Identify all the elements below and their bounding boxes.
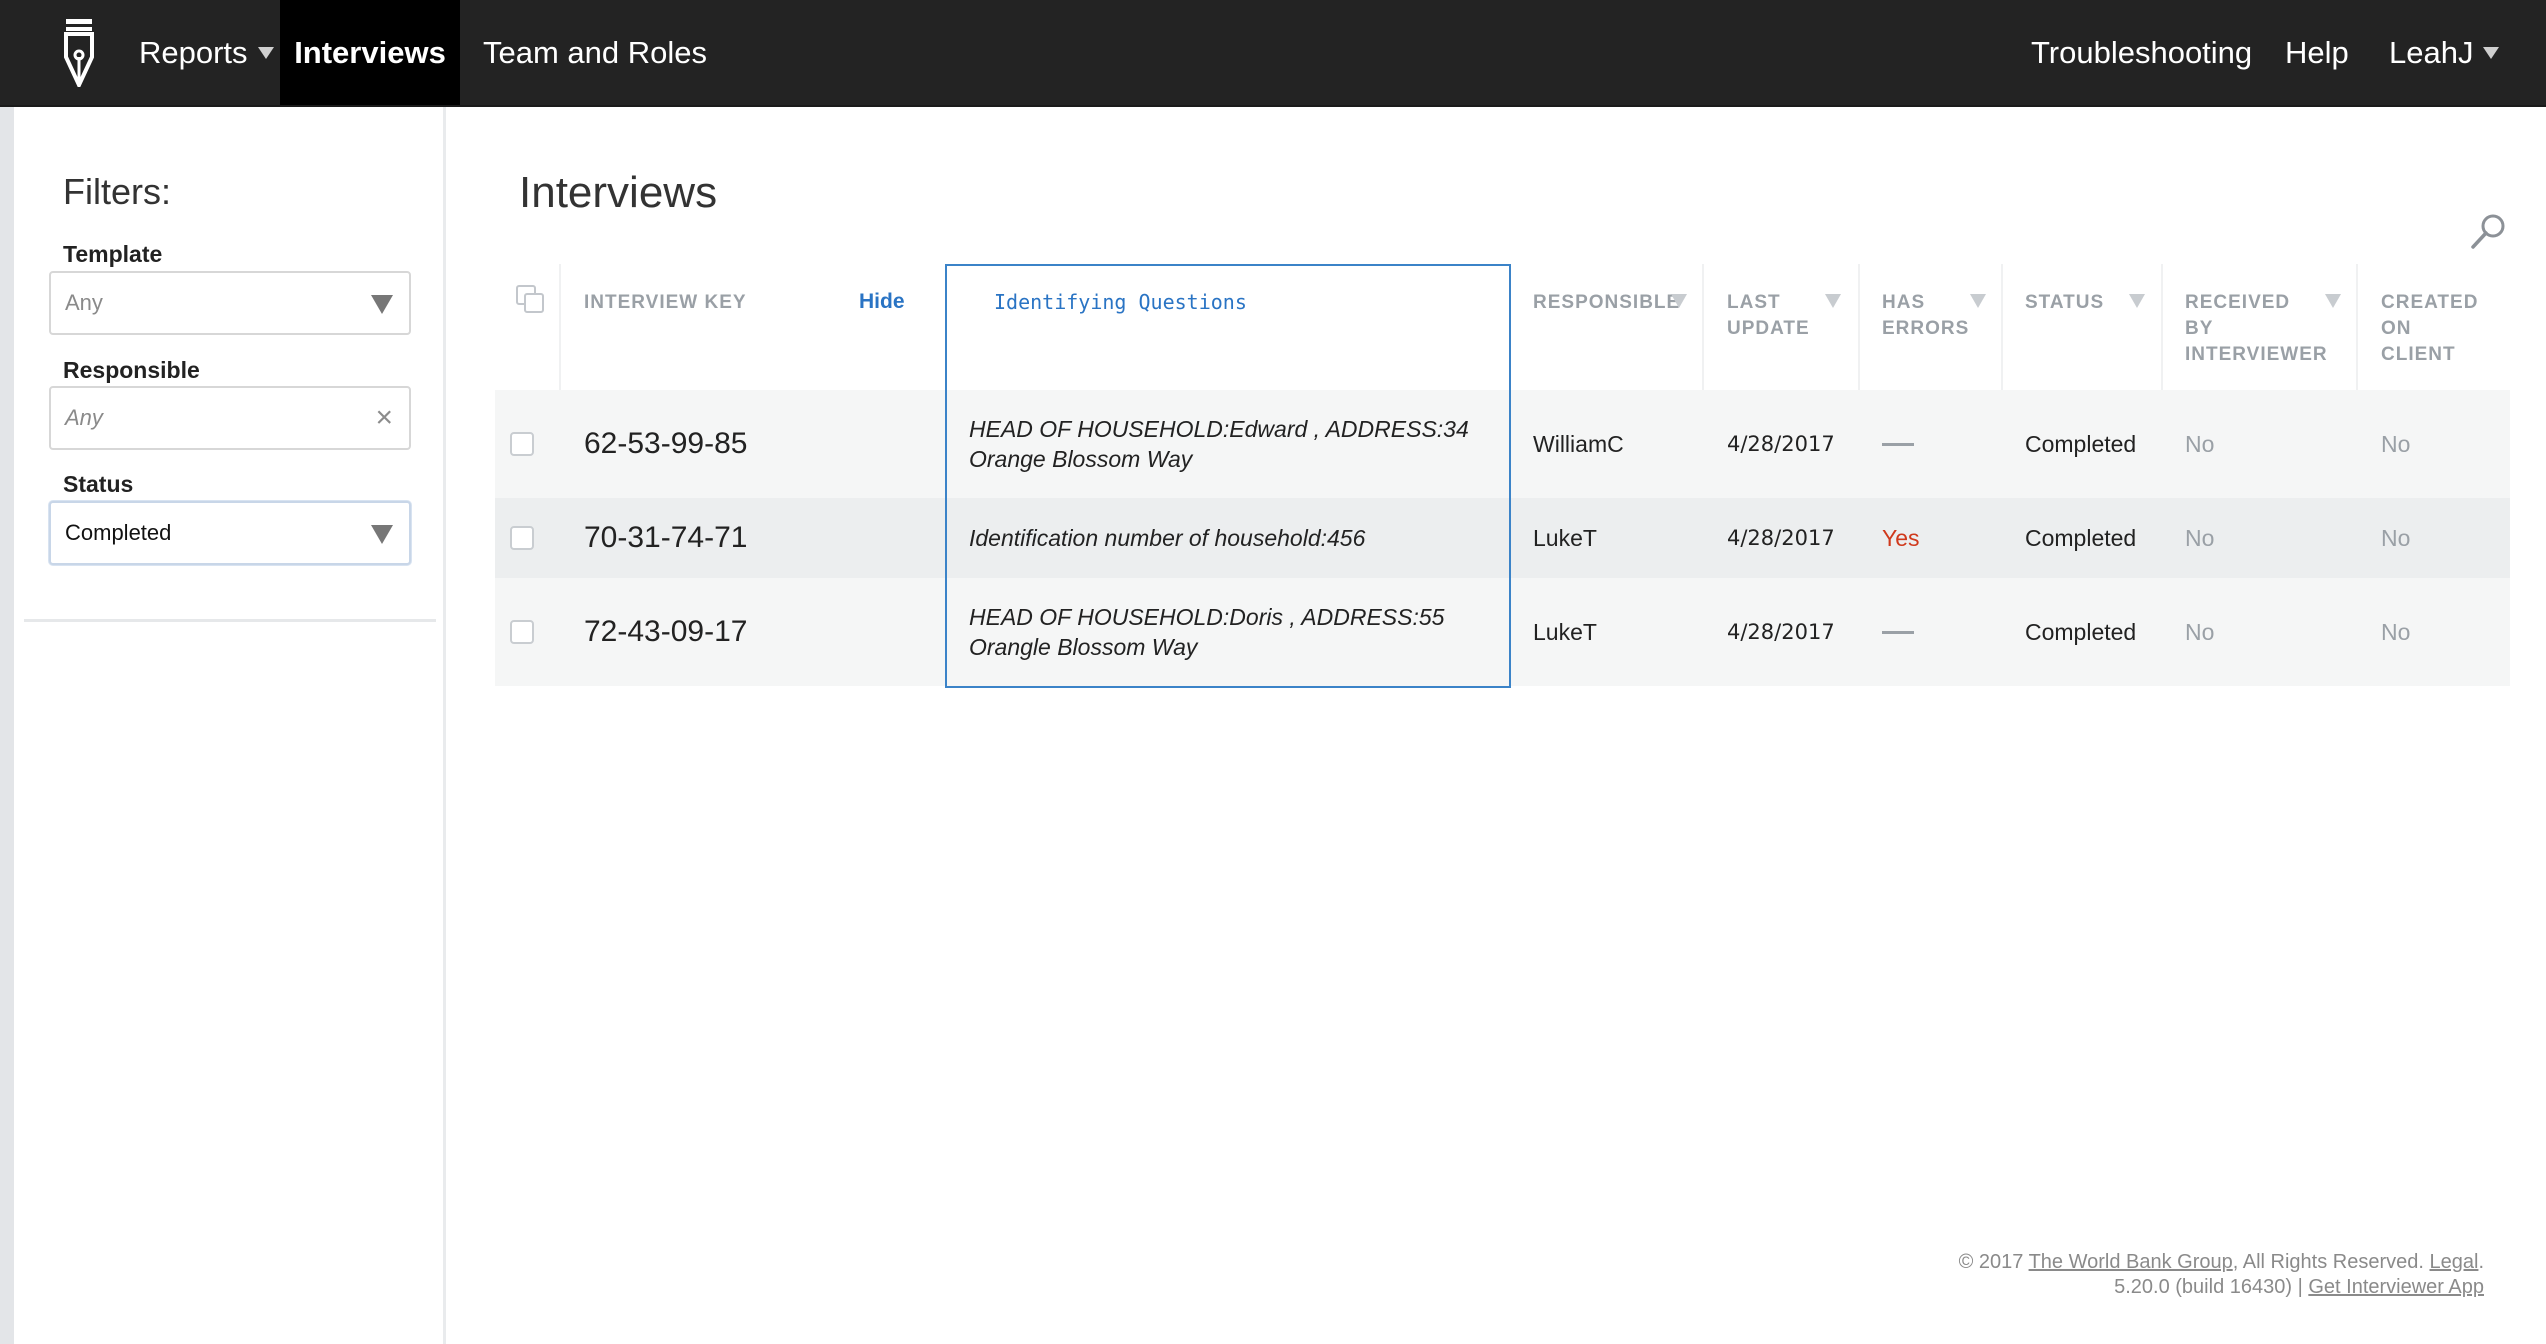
column-header-received-by-interviewer[interactable]: Received by interviewer [2185, 264, 2357, 390]
column-header-created-on-client[interactable]: Created on client [2381, 264, 2491, 390]
page-footer: © 2017 The World Bank Group, All Rights … [1959, 1250, 2484, 1300]
last-update-cell: 4/28/2017 [1727, 620, 1835, 644]
interview-key-link[interactable]: 62-53-99-85 [584, 390, 747, 498]
responsible-cell[interactable]: WilliamC [1533, 390, 1624, 498]
row-checkbox[interactable] [510, 432, 534, 456]
sidebar-divider [24, 619, 436, 622]
pen-nib-logo-icon[interactable] [60, 17, 98, 87]
chevron-down-icon [2483, 46, 2500, 59]
column-header-responsible-label: Responsible [1533, 292, 1681, 313]
sort-arrow-icon[interactable] [1671, 294, 1687, 308]
has-errors-cell: Yes [1882, 524, 1920, 551]
template-filter-value: Any [65, 290, 103, 315]
footer-version-line: 5.20.0 (build 16430) | Get Interviewer A… [1959, 1275, 2484, 1300]
responsible-filter-input[interactable]: Any × [49, 386, 411, 450]
status-filter-select[interactable]: Completed [49, 501, 411, 565]
column-header-status[interactable]: Status [2025, 264, 2161, 390]
template-filter-select[interactable]: Any [49, 271, 411, 335]
footer-legal-suffix: . [2478, 1251, 2484, 1273]
nav-help[interactable]: Help [2285, 0, 2349, 105]
top-navigation-bar: Reports Interviews Team and Roles Troubl… [0, 0, 2546, 107]
column-header-received-label: Received by interviewer [2185, 292, 2328, 365]
nav-user-menu[interactable]: LeahJ [2389, 0, 2500, 105]
status-cell: Completed [2025, 524, 2137, 551]
column-header-interview-key[interactable]: Interview key [584, 264, 784, 390]
status-filter-value: Completed [65, 520, 172, 545]
nav-troubleshooting[interactable]: Troubleshooting [2031, 0, 2252, 105]
nav-team-and-roles[interactable]: Team and Roles [483, 0, 707, 105]
select-all-icon[interactable] [515, 284, 545, 314]
table-row[interactable]: 72-43-09-17 HEAD OF HOUSEHOLD:Doris , AD… [495, 578, 2510, 686]
dropdown-arrow-icon [371, 525, 393, 544]
last-update-cell: 4/28/2017 [1727, 526, 1835, 550]
page-title: Interviews [519, 168, 718, 217]
sort-arrow-icon[interactable] [2129, 294, 2145, 308]
responsible-cell[interactable]: LukeT [1533, 498, 1597, 578]
nav-interviews-tab[interactable]: Interviews [280, 0, 460, 105]
interview-key-link[interactable]: 72-43-09-17 [584, 578, 747, 686]
filters-sidebar: Filters: Template Any Responsible Any × … [14, 107, 446, 1344]
footer-copyright-line: © 2017 The World Bank Group, All Rights … [1959, 1250, 2484, 1275]
column-header-has-errors[interactable]: Has errors [1882, 264, 2002, 390]
dropdown-arrow-icon [371, 295, 393, 314]
footer-copyright: © 2017 [1958, 1251, 2024, 1273]
search-icon[interactable] [2470, 212, 2508, 250]
table-row[interactable]: 62-53-99-85 HEAD OF HOUSEHOLD:Edward , A… [495, 390, 2510, 498]
left-edge-strip [0, 107, 14, 1344]
nav-interviews-label: Interviews [294, 34, 446, 70]
footer-rights: , All Rights Reserved. [2232, 1251, 2424, 1273]
table-row[interactable]: 70-31-74-71 Identification number of hou… [495, 498, 2510, 578]
responsible-cell[interactable]: LukeT [1533, 578, 1597, 686]
column-header-identifying-questions[interactable]: Identifying Questions [970, 264, 1535, 390]
column-header-responsible[interactable]: Responsible [1533, 264, 1703, 390]
legal-link[interactable]: Legal [2430, 1251, 2479, 1273]
sort-arrow-icon[interactable] [1825, 294, 1841, 308]
responsible-filter-placeholder: Any [65, 405, 103, 430]
column-header-last-update[interactable]: Last update [1727, 264, 1857, 390]
template-filter-label: Template [63, 241, 163, 267]
nav-help-label: Help [2285, 34, 2349, 70]
nav-user-name: LeahJ [2389, 34, 2474, 70]
no-errors-dash [1882, 630, 1914, 634]
identifying-questions-cell: Identification number of household:456 [969, 525, 1366, 551]
row-checkbox[interactable] [510, 620, 534, 644]
interview-key-link[interactable]: 70-31-74-71 [584, 498, 747, 578]
row-checkbox[interactable] [510, 526, 534, 550]
status-cell: Completed [2025, 618, 2137, 645]
created-on-client-cell: No [2381, 618, 2411, 645]
last-update-cell: 4/28/2017 [1727, 432, 1835, 456]
created-on-client-cell: No [2381, 430, 2411, 457]
created-on-client-cell: No [2381, 524, 2411, 551]
clear-icon[interactable]: × [375, 403, 393, 433]
received-cell: No [2185, 430, 2215, 457]
column-header-status-label: Status [2025, 292, 2105, 313]
filters-title: Filters: [63, 171, 171, 212]
sort-arrow-icon[interactable] [1970, 294, 1986, 308]
column-header-has-errors-label: Has errors [1882, 292, 1970, 339]
world-bank-link[interactable]: The World Bank Group [2029, 1251, 2233, 1273]
no-errors-dash [1882, 442, 1914, 446]
identifying-questions-cell: HEAD OF HOUSEHOLD:Edward , ADDRESS:34 Or… [969, 416, 1469, 472]
status-cell: Completed [2025, 430, 2137, 457]
sort-arrow-icon[interactable] [2325, 294, 2341, 308]
footer-version: 5.20.0 (build 16430) | [2114, 1276, 2303, 1298]
nav-reports-menu[interactable]: Reports [139, 0, 274, 105]
nav-team-and-roles-label: Team and Roles [483, 34, 708, 70]
chevron-down-icon [257, 46, 274, 59]
nav-troubleshooting-label: Troubleshooting [2031, 34, 2253, 70]
hide-identifying-questions-link[interactable]: Hide [859, 290, 905, 314]
identifying-questions-cell: HEAD OF HOUSEHOLD:Doris , ADDRESS:55 Ora… [969, 604, 1445, 660]
nav-reports-label: Reports [139, 34, 248, 70]
column-header-last-update-label: Last update [1727, 292, 1810, 339]
status-filter-label: Status [63, 471, 134, 497]
get-interviewer-app-link[interactable]: Get Interviewer App [2308, 1276, 2484, 1298]
received-cell: No [2185, 524, 2215, 551]
responsible-filter-label: Responsible [63, 357, 200, 383]
received-cell: No [2185, 618, 2215, 645]
